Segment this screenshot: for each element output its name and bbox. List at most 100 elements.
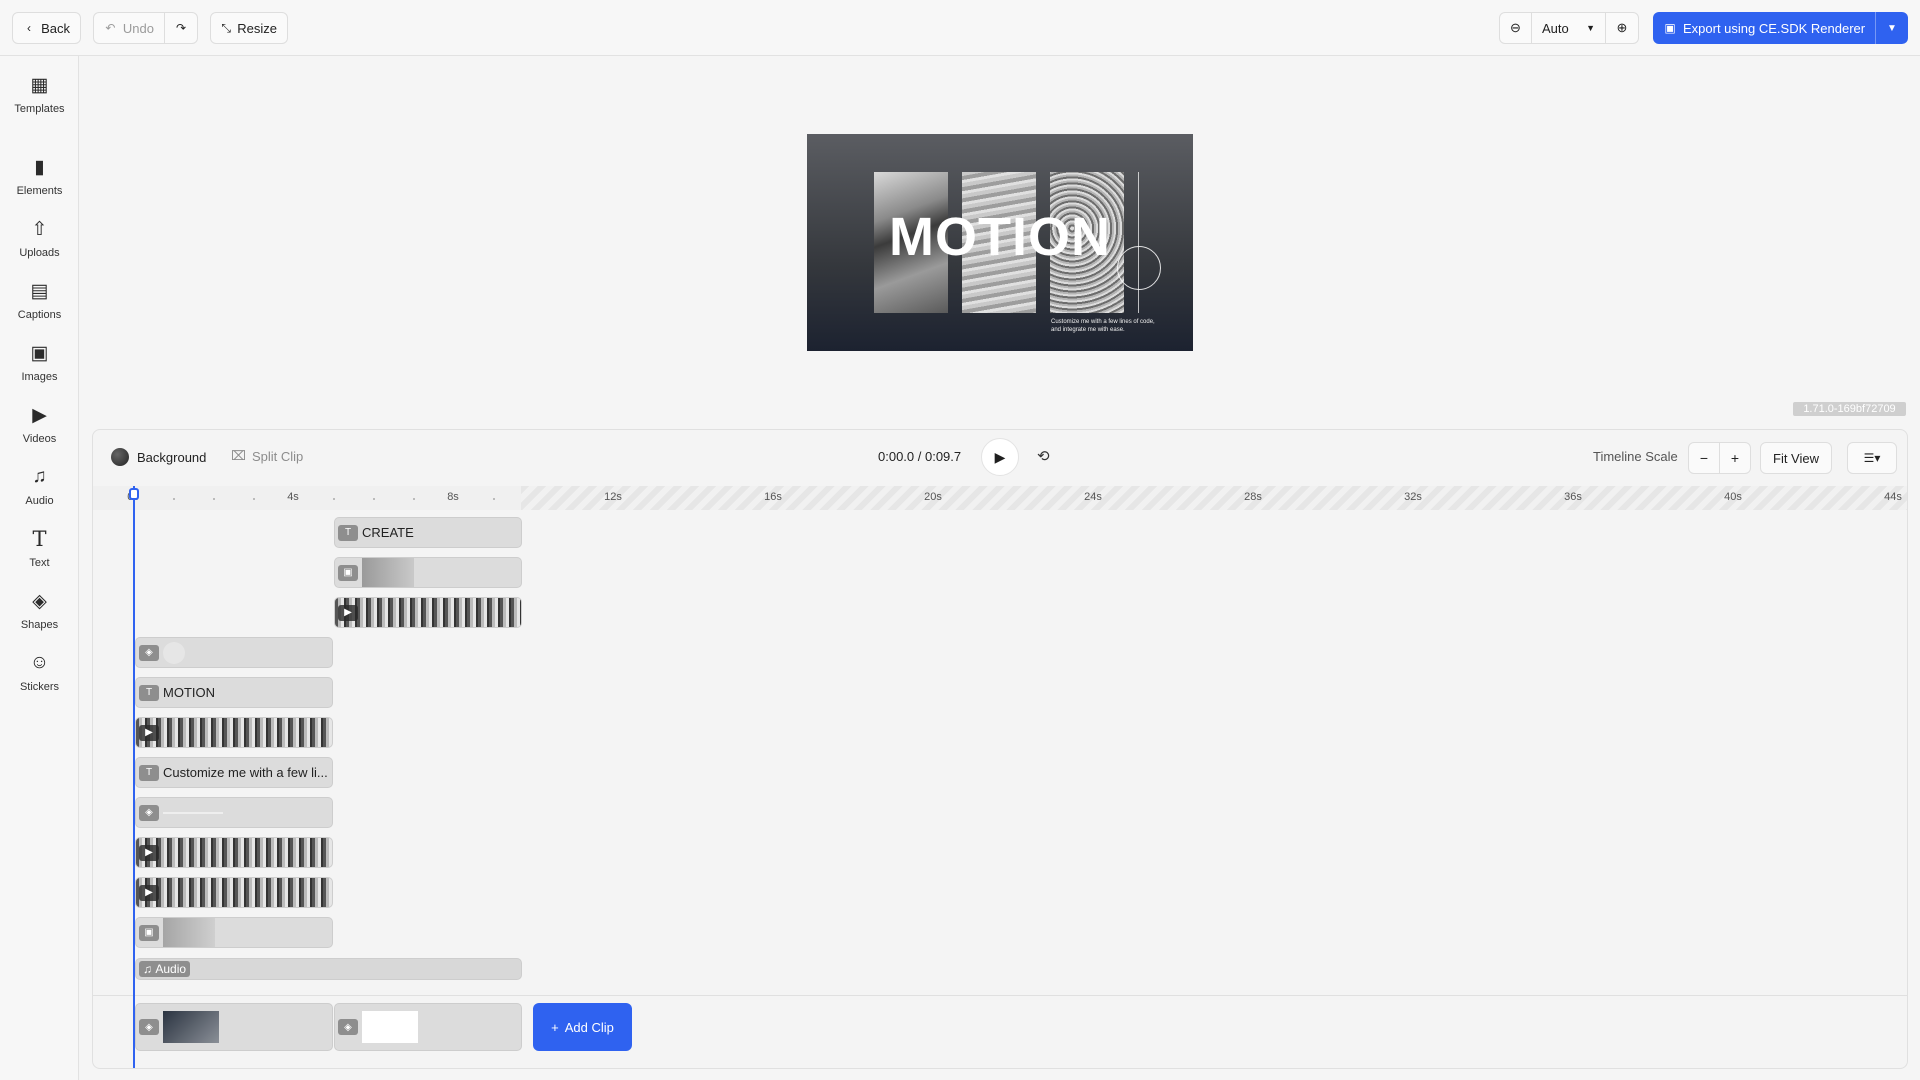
video-clip[interactable]: ▶ — [135, 717, 333, 748]
resize-label: Resize — [237, 20, 277, 36]
loop-icon: ⟲ — [1037, 448, 1050, 465]
image-icon: ▣ — [30, 342, 49, 364]
scale-decrease-button[interactable]: − — [1688, 442, 1720, 474]
sidebar-item-label: Shapes — [20, 619, 59, 631]
timeline-toolbar: Background ⌧ Split Clip 0:00.0 / 0:09.7 … — [93, 430, 1907, 486]
sticker-icon: ☺ — [29, 652, 50, 673]
export-dropdown-button[interactable]: ▼ — [1876, 12, 1908, 44]
sidebar-item-templates[interactable]: ▦ Templates — [0, 73, 79, 116]
ruler-dot — [253, 498, 255, 500]
ruler-tick: 40s — [1724, 491, 1742, 503]
shape-clip[interactable]: ◈ — [135, 797, 333, 828]
settings-sliders-icon: ☰▾ — [1863, 451, 1881, 465]
loop-button[interactable]: ⟲ — [1037, 447, 1050, 465]
plus-icon: + — [551, 1019, 559, 1035]
text-clip-customize[interactable]: T Customize me with a few li... — [135, 757, 333, 788]
ruler-dot — [493, 498, 495, 500]
sidebar-item-audio[interactable]: ♫ Audio — [0, 465, 79, 507]
mute-video-icon: ▶ — [139, 724, 159, 741]
ruler-dot — [173, 498, 175, 500]
fit-view-button[interactable]: Fit View — [1760, 442, 1832, 474]
zoom-out-button[interactable]: ⊖ — [1500, 13, 1532, 43]
play-button[interactable]: ▶ — [981, 438, 1019, 476]
music-icon: ♫ — [143, 962, 156, 976]
upload-icon: ⇧ — [31, 218, 48, 240]
text-icon: T — [32, 527, 47, 551]
zoom-in-icon: ⊕ — [1616, 20, 1628, 35]
text-clip-motion[interactable]: T MOTION — [135, 677, 333, 708]
image-clip[interactable]: ▣ — [135, 917, 333, 948]
undo-icon: ↶ — [105, 21, 116, 35]
undo-button[interactable]: ↶ Undo — [93, 12, 165, 44]
background-clip[interactable]: ◈ — [135, 1003, 333, 1051]
text-icon: T — [139, 684, 159, 701]
text-clip-create[interactable]: T CREATE — [334, 517, 522, 548]
zoom-select[interactable]: Auto ▼ — [1532, 13, 1606, 43]
playhead[interactable] — [133, 486, 135, 1068]
add-clip-label: Add Clip — [564, 1019, 614, 1035]
background-button[interactable]: Background — [111, 448, 206, 466]
audio-clip[interactable]: ♫ Audio — [135, 958, 522, 980]
clip-label: MOTION — [163, 685, 215, 700]
back-button[interactable]: ‹ Back — [12, 12, 81, 44]
clip-thumbnail — [163, 918, 215, 947]
sidebar-item-uploads[interactable]: ⇧ Uploads — [0, 217, 79, 260]
export-icon: ▣ — [1664, 21, 1676, 35]
sidebar-item-shapes[interactable]: ◈ Shapes — [0, 589, 79, 632]
shape-icon: ◈ — [139, 804, 159, 821]
ruler-tick: 12s — [604, 491, 622, 503]
ruler-tick: 24s — [1084, 491, 1102, 503]
left-sidebar: ▦ Templates ▮ Elements ⇧ Uploads ▤ Capti… — [0, 56, 79, 1080]
sidebar-item-videos[interactable]: ▶ Videos — [0, 403, 79, 446]
export-button[interactable]: ▣ Export using CE.SDK Renderer — [1653, 12, 1876, 44]
timeline-settings-button[interactable]: ☰▾ — [1847, 442, 1897, 474]
clip-label: Customize me with a few li... — [163, 765, 328, 780]
scale-increase-button[interactable]: + — [1719, 442, 1751, 474]
video-clip[interactable]: ▶ — [135, 877, 333, 908]
redo-button[interactable]: ↷ — [164, 12, 198, 44]
shape-icon: ◈ — [139, 1019, 159, 1035]
zoom-out-icon: ⊖ — [1510, 20, 1521, 35]
ruler-tick: 8s — [447, 491, 459, 503]
resize-icon: ⤡ — [221, 20, 231, 35]
ruler-tick: 28s — [1244, 491, 1262, 503]
back-label: Back — [41, 20, 70, 36]
sidebar-item-images[interactable]: ▣ Images — [0, 341, 79, 384]
timeline-ruler[interactable]: 0s 4s 8s 12s 16s 20s 24s 28s 32s 36s 40s… — [93, 486, 1907, 510]
elements-icon: ▮ — [34, 156, 45, 178]
resize-button[interactable]: ⤡ Resize — [210, 12, 288, 44]
audio-badge: ♫ Audio — [139, 961, 191, 977]
ruler-tick: 16s — [764, 491, 782, 503]
export-button-group: ▣ Export using CE.SDK Renderer ▼ — [1653, 12, 1908, 44]
sidebar-item-label: Audio — [25, 495, 54, 507]
clip-thumbnail — [362, 1011, 418, 1043]
timeline-panel: Background ⌧ Split Clip 0:00.0 / 0:09.7 … — [92, 429, 1908, 1069]
text-icon: T — [139, 764, 159, 781]
playhead-handle[interactable] — [129, 488, 139, 500]
music-icon: ♫ — [32, 466, 47, 487]
ruler-dot — [373, 498, 375, 500]
add-clip-button[interactable]: + Add Clip — [533, 1003, 632, 1051]
ruler-dot — [213, 498, 215, 500]
sidebar-item-label: Videos — [22, 433, 57, 445]
zoom-in-button[interactable]: ⊕ — [1606, 13, 1638, 43]
image-clip[interactable]: ▣ — [334, 557, 522, 588]
sidebar-item-text[interactable]: T Text — [0, 527, 79, 569]
video-clip[interactable]: ▶ — [334, 597, 522, 628]
redo-icon: ↷ — [175, 21, 187, 35]
ruler-tick: 20s — [924, 491, 942, 503]
mute-video-icon: ▶ — [139, 884, 159, 901]
sidebar-item-label: Images — [21, 371, 58, 383]
zoom-control: ⊖ Auto ▼ ⊕ — [1499, 12, 1639, 44]
canvas-preview[interactable]: MOTION Customize me with a few lines of … — [807, 134, 1193, 351]
shape-clip[interactable]: ◈ — [135, 637, 333, 668]
sidebar-item-elements[interactable]: ▮ Elements — [0, 155, 79, 198]
sidebar-item-stickers[interactable]: ☺ Stickers — [0, 651, 79, 693]
undo-label: Undo — [122, 20, 154, 36]
video-clip[interactable]: ▶ — [135, 837, 333, 868]
text-icon: T — [338, 524, 358, 541]
split-clip-button[interactable]: ⌧ Split Clip — [231, 448, 303, 464]
video-icon: ▶ — [32, 404, 47, 426]
background-clip[interactable]: ◈ — [334, 1003, 522, 1051]
sidebar-item-captions[interactable]: ▤ Captions — [0, 279, 79, 322]
